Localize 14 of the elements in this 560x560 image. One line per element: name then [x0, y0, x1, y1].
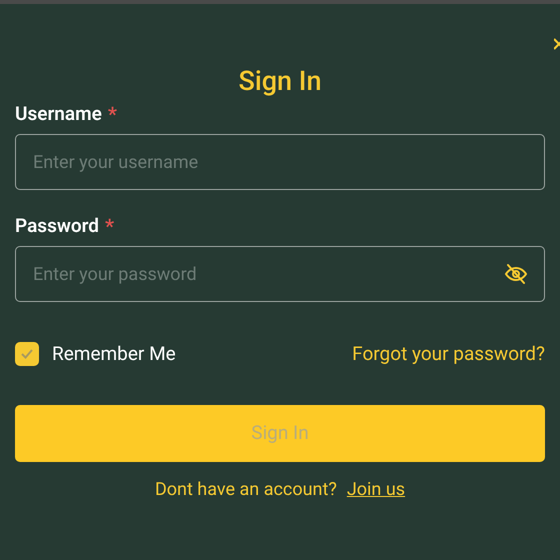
username-field[interactable]: Enter your username — [15, 134, 545, 190]
password-field[interactable]: Enter your password — [15, 246, 545, 302]
form-title: Sign In — [238, 64, 322, 98]
forgot-password-link[interactable]: Forgot your password? — [352, 340, 545, 368]
remember-label: Remember Me — [52, 340, 176, 367]
signup-prompt: Dont have an account? — [154, 478, 337, 502]
required-mark: * — [108, 101, 117, 128]
remember-checkbox[interactable] — [15, 342, 39, 366]
check-icon — [20, 347, 34, 361]
join-link[interactable]: Join us — [346, 476, 406, 503]
required-mark: * — [104, 213, 114, 240]
field-label: Password — [15, 212, 99, 239]
eye-off-icon[interactable] — [504, 262, 528, 286]
field-label: Username — [15, 100, 102, 127]
